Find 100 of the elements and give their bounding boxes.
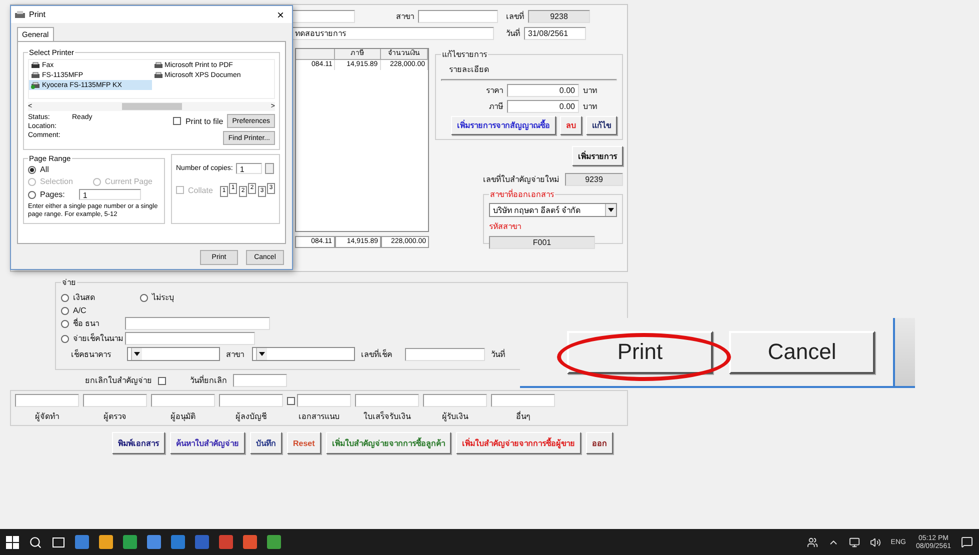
amount-input[interactable]: 0.00 [507,100,579,113]
action-button[interactable]: ออก [586,432,613,454]
action-button[interactable]: บันทึก [250,432,282,454]
pages-input[interactable]: 1 [78,189,141,200]
signature-label: ผู้อนุมัติ [170,411,196,423]
input-field[interactable] [125,317,270,330]
add-item-button[interactable]: เพิ่มรายการ [572,146,623,166]
spinner-control[interactable] [264,163,274,174]
cancel-date-input[interactable] [233,374,287,387]
input-field[interactable] [291,10,355,23]
signature-input[interactable] [423,394,487,407]
radio-option[interactable]: ไม่ระบุ [140,291,174,304]
form-button[interactable]: ลบ [560,116,582,135]
note-field[interactable]: ทดสอบรายการ [291,27,494,40]
printer-icon [15,10,25,18]
field-label: ราคา [485,85,503,97]
notification-icon[interactable] [961,536,973,548]
signature-label: ผู้รับเงิน [442,411,468,423]
radio-option[interactable]: Pages: [28,190,65,199]
volume-icon[interactable] [870,536,881,548]
field-label: วันที่ยกเลิก [190,374,227,387]
branch-code-field: F001 [489,236,595,249]
action-button[interactable]: พิมพ์เอกสาร [112,432,165,454]
dropdown-caret-icon [131,348,142,360]
action-button[interactable]: เพิ่มใบสำคัญจ่ายจากการซื้อผู้ขาย [456,432,581,454]
radio-option[interactable]: A/C [61,306,622,315]
radio-button[interactable] [28,190,36,198]
scroll-thumb[interactable] [122,103,182,110]
radio-button[interactable] [61,334,69,342]
radio-button[interactable] [61,306,69,314]
signature-input[interactable] [219,394,283,407]
radio-button[interactable] [61,320,69,328]
action-button[interactable]: ค้นหาใบสำคัญจ่าย [170,432,245,454]
checkbox[interactable] [287,396,295,404]
radio-option[interactable]: All [28,165,160,174]
checkbox[interactable] [158,376,166,384]
signature-input[interactable] [151,394,215,407]
dialog-button[interactable]: Cancel [729,330,875,374]
signature-input[interactable] [15,394,79,407]
input-field[interactable] [418,10,498,23]
printer-icon [31,72,40,78]
app-icon[interactable] [267,535,281,549]
field-label: ภาษี [488,101,503,113]
dropdown-caret-icon [256,348,267,360]
signature-input[interactable] [83,394,147,407]
amount-input[interactable]: 0.00 [507,84,579,97]
app-icon[interactable] [75,535,89,549]
radio-option[interactable]: จ่ายเช็คในนาม [61,332,121,345]
form-button[interactable]: แก้ไข [586,116,617,135]
field-label: สาขา [226,348,245,360]
signature-label: เอกสารแนบ [298,411,340,423]
unit-label: บาท [583,101,597,113]
close-button[interactable]: × [272,8,288,20]
signature-label: ผู้จัดทำ [35,411,59,423]
input-field[interactable] [125,332,255,345]
bank-select[interactable] [127,347,220,361]
app-icon[interactable] [243,535,257,549]
number-field: 9238 [528,10,590,23]
app-icon[interactable] [147,535,161,549]
radio-button[interactable] [28,166,36,174]
print-to-file-checkbox[interactable]: Print to file [173,116,224,126]
task-view-icon[interactable] [52,536,65,548]
app-icon[interactable] [171,535,185,549]
signature-input[interactable] [355,394,419,407]
company-select[interactable]: บริษัท กฤษดา อีลตร์ จำกัด [489,203,617,217]
radio-option[interactable]: เงินสด [61,291,136,304]
search-icon[interactable] [29,536,42,548]
unit-label: บาท [583,85,597,97]
action-button[interactable]: เพิ่มใบสำคัญจ่ายจากการซื้อลูกค้า [326,432,451,454]
form-button[interactable]: เพิ่มรายการจากสัญญาณซื้อ [451,116,556,135]
field-label: เลขที่ [505,10,524,23]
radio-button[interactable] [61,294,69,302]
network-icon[interactable] [848,536,860,548]
action-button[interactable]: Reset [287,432,321,454]
copies-input[interactable]: 1 [236,163,262,174]
signature-label: ผู้ลงบัญชี [236,411,266,423]
date-field[interactable]: 31/08/2561 [524,27,586,40]
group-title: แก้ไขรายการ [441,49,488,61]
people-icon[interactable] [806,536,818,548]
column-header[interactable] [296,49,336,60]
radio-option[interactable]: ชื่อ ธนา [61,317,121,330]
dialog-button[interactable]: Print [567,330,713,374]
signature-input[interactable] [491,394,555,407]
app-icon[interactable] [123,535,137,549]
radio-button[interactable] [140,294,148,302]
dialog-title: Print [29,10,46,19]
printer-icon [31,82,40,88]
printer-icon [154,72,162,78]
signature-label: ใบเสร็จรับเงิน [364,410,410,423]
windows-logo-icon[interactable] [6,536,19,548]
signature-input[interactable] [297,394,351,407]
printer-icon [154,62,162,68]
signature-label: อื่นๆ [516,410,530,423]
dropdown-caret-icon [605,204,616,216]
cheque-number-input[interactable] [405,348,485,360]
branch-select[interactable] [252,347,355,361]
field-label: สาขา [395,11,414,23]
group-title: จ่าย [61,277,77,289]
app-icon[interactable] [99,535,113,549]
field-label: รหัสสาขา [489,221,522,233]
